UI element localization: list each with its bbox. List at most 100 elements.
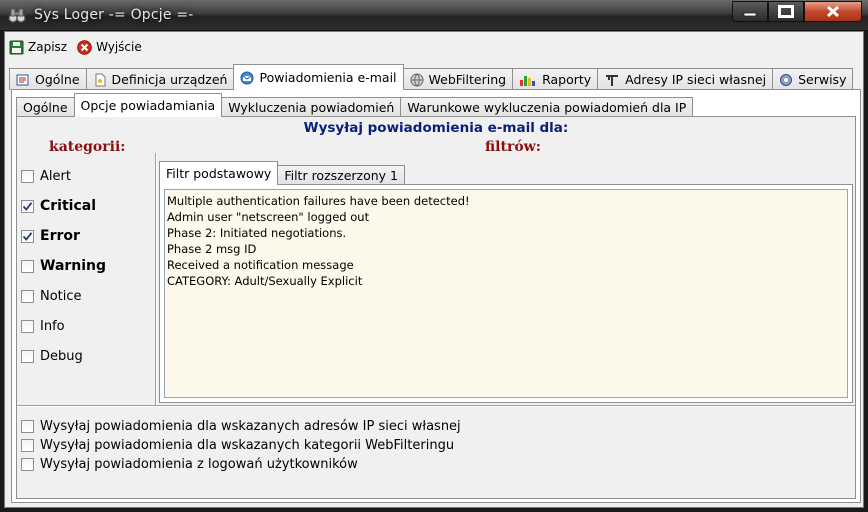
subtab-wykluczenia[interactable]: Wykluczenia powiadomień bbox=[221, 97, 402, 117]
globe-icon bbox=[410, 73, 424, 86]
checkbox[interactable] bbox=[21, 169, 34, 183]
filter-tabs: Filtr podstawowy Filtr rozszerzony 1 bbox=[159, 161, 405, 185]
tab-ogolne[interactable]: Ogólne bbox=[9, 68, 87, 90]
main-tabs: Ogólne Definicja urządzeń Powiadomienia … bbox=[9, 64, 854, 90]
category-label: Critical bbox=[40, 198, 97, 214]
option-user-logins[interactable]: Wysyłaj powiadomienia z logowań użytkown… bbox=[21, 455, 461, 474]
tab-label: Warunkowe wykluczenia powiadomień dla IP bbox=[407, 100, 687, 115]
tab-adresy-ip[interactable]: Adresy IP sieci własnej bbox=[597, 68, 774, 90]
email-notifications-page: Ogólne Opcje powiadamiania Wykluczenia p… bbox=[11, 89, 861, 503]
filter-line: Phase 2: Initiated negotiations. bbox=[167, 226, 347, 240]
tab-label: Serwisy bbox=[798, 72, 847, 87]
tab-label: Definicja urządzeń bbox=[111, 72, 228, 87]
tab-label: Adresy IP sieci własnej bbox=[625, 72, 767, 87]
filter-line: Admin user "netscreen" logged out bbox=[167, 210, 370, 224]
filter-line: Phase 2 msg ID bbox=[167, 242, 257, 256]
network-icon bbox=[606, 74, 619, 86]
notification-options-panel: Wysyłaj powiadomienia e-mail dla: katego… bbox=[16, 116, 856, 499]
option-label: Wysyłaj powiadomienia dla wskazanych kat… bbox=[40, 438, 455, 453]
filter-page: Multiple authentication failures have be… bbox=[159, 184, 853, 403]
category-critical[interactable]: Critical bbox=[21, 191, 151, 221]
sub-tabs: Ogólne Opcje powiadamiania Wykluczenia p… bbox=[16, 93, 694, 117]
exit-label: Wyjście bbox=[96, 40, 142, 54]
tab-serwisy[interactable]: Serwisy bbox=[772, 68, 854, 90]
tab-label: Powiadomienia e-mail bbox=[259, 70, 397, 85]
exit-button[interactable]: Wyjście bbox=[77, 39, 142, 55]
save-label: Zapisz bbox=[28, 40, 68, 54]
tab-label: Filtr podstawowy bbox=[166, 166, 272, 181]
category-notice[interactable]: Notice bbox=[21, 281, 151, 311]
tab-filtr-rozszerzony-1[interactable]: Filtr rozszerzony 1 bbox=[277, 165, 405, 185]
category-debug[interactable]: Debug bbox=[21, 341, 151, 371]
tab-webfiltering[interactable]: WebFiltering bbox=[402, 68, 514, 90]
category-label: Warning bbox=[40, 258, 107, 274]
settings-icon bbox=[16, 74, 29, 85]
toolbar: Zapisz Wyjście bbox=[9, 36, 142, 58]
email-icon bbox=[240, 71, 254, 84]
category-label: Notice bbox=[40, 288, 82, 304]
panel-title: Wysyłaj powiadomienia e-mail dla: bbox=[303, 120, 569, 136]
tab-label: Opcje powiadamiania bbox=[80, 98, 216, 113]
checkmark-icon bbox=[22, 201, 33, 211]
red-x-icon bbox=[77, 39, 92, 55]
filter-line: Multiple authentication failures have be… bbox=[167, 194, 470, 208]
category-list: Alert Critical Error Warning Notice Info… bbox=[21, 161, 151, 371]
checkbox[interactable] bbox=[21, 420, 34, 433]
checkbox[interactable] bbox=[21, 439, 34, 452]
tab-powiadomienia-email[interactable]: Powiadomienia e-mail bbox=[233, 64, 404, 90]
subtab-opcje-powiadamiania[interactable]: Opcje powiadamiania bbox=[73, 93, 223, 117]
title-bar[interactable]: Sys Loger -= Opcje =- bbox=[0, 0, 868, 31]
category-label: Alert bbox=[40, 168, 71, 184]
category-label: Error bbox=[40, 228, 80, 244]
save-button[interactable]: Zapisz bbox=[9, 40, 67, 55]
checkbox[interactable] bbox=[21, 289, 34, 303]
filter-text-area[interactable]: Multiple authentication failures have be… bbox=[164, 189, 848, 398]
vertical-divider bbox=[155, 153, 157, 405]
binoculars-icon bbox=[8, 8, 26, 23]
category-error[interactable]: Error bbox=[21, 221, 151, 251]
maximize-icon bbox=[778, 5, 794, 18]
checkbox[interactable] bbox=[21, 349, 34, 363]
option-label: Wysyłaj powiadomienia z logowań użytkown… bbox=[40, 457, 358, 472]
subtab-ogolne[interactable]: Ogólne bbox=[16, 97, 75, 117]
checkbox[interactable] bbox=[21, 229, 34, 243]
window-client: Zapisz Wyjście Ogólne Definicja urządzeń… bbox=[4, 31, 864, 508]
maximize-button[interactable] bbox=[768, 1, 804, 22]
window-controls bbox=[732, 1, 862, 23]
filters-label: filtrów: bbox=[485, 139, 541, 155]
tab-label: Wykluczenia powiadomień bbox=[228, 100, 395, 115]
category-alert[interactable]: Alert bbox=[21, 161, 151, 191]
tab-raporty[interactable]: Raporty bbox=[512, 68, 599, 90]
checkbox[interactable] bbox=[21, 458, 34, 471]
option-webfiltering-categories[interactable]: Wysyłaj powiadomienia dla wskazanych kat… bbox=[21, 436, 461, 455]
category-info[interactable]: Info bbox=[21, 311, 151, 341]
document-icon bbox=[95, 73, 106, 86]
checkbox[interactable] bbox=[21, 259, 34, 273]
floppy-disk-icon bbox=[9, 40, 24, 54]
close-button[interactable] bbox=[804, 1, 862, 22]
checkmark-icon bbox=[22, 231, 33, 241]
checkbox[interactable] bbox=[21, 319, 34, 333]
option-label: Wysyłaj powiadomienia dla wskazanych adr… bbox=[40, 419, 461, 434]
window-title: Sys Loger -= Opcje =- bbox=[34, 7, 194, 23]
tab-definicja-urzadzen[interactable]: Definicja urządzeń bbox=[85, 68, 235, 90]
gear-icon bbox=[780, 73, 793, 86]
extra-options: Wysyłaj powiadomienia dla wskazanych adr… bbox=[21, 417, 461, 474]
horizontal-divider bbox=[17, 405, 855, 407]
subtab-warunkowe-wykluczenia[interactable]: Warunkowe wykluczenia powiadomień dla IP bbox=[400, 97, 694, 117]
tab-filtr-podstawowy[interactable]: Filtr podstawowy bbox=[159, 161, 279, 185]
tab-label: WebFiltering bbox=[428, 72, 507, 87]
minimize-icon bbox=[743, 12, 757, 16]
chart-icon bbox=[520, 75, 536, 86]
categories-label: kategorii: bbox=[49, 139, 126, 155]
tab-label: Ogólne bbox=[23, 100, 68, 115]
checkbox[interactable] bbox=[21, 199, 34, 213]
category-label: Info bbox=[40, 318, 65, 334]
tab-label: Filtr rozszerzony 1 bbox=[284, 168, 398, 183]
category-label: Debug bbox=[40, 348, 83, 364]
tab-label: Raporty bbox=[542, 72, 592, 87]
tab-label: Ogólne bbox=[35, 72, 80, 87]
minimize-button[interactable] bbox=[732, 1, 768, 22]
category-warning[interactable]: Warning bbox=[21, 251, 151, 281]
option-ip-own-network[interactable]: Wysyłaj powiadomienia dla wskazanych adr… bbox=[21, 417, 461, 436]
